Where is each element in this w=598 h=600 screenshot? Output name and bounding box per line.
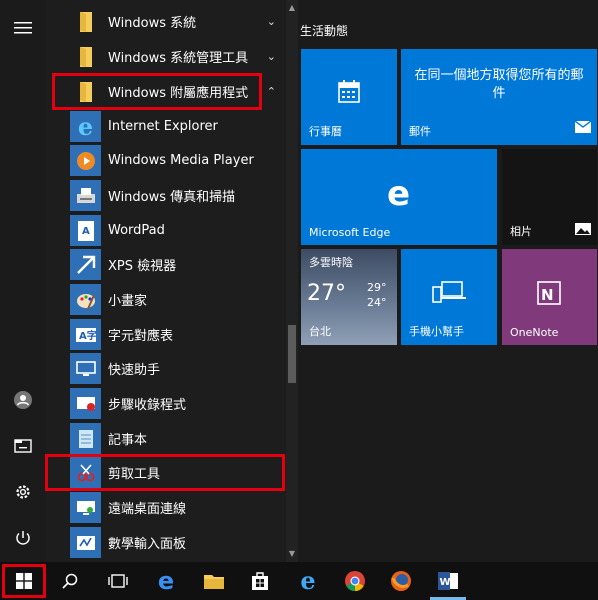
app-label: WordPad <box>108 223 165 238</box>
tile-phone-companion[interactable]: 手機小幫手 <box>401 249 497 345</box>
file-explorer-icon[interactable] <box>0 426 46 466</box>
scroll-down-arrow-icon[interactable]: ▼ <box>286 548 298 560</box>
math-input-icon <box>70 527 101 558</box>
tile-label: OneNote <box>510 326 559 339</box>
tile-label: 郵件 <box>409 125 431 138</box>
app-label: 小畫家 <box>108 294 148 309</box>
calendar-icon <box>338 79 360 107</box>
app-folder-windows-system[interactable]: Windows 系統 ⌄ <box>46 4 286 39</box>
app-remote-desktop[interactable]: 遠端桌面連線 <box>46 490 286 525</box>
tile-calendar[interactable]: 行事曆 <box>301 49 397 145</box>
tile-label: 行事曆 <box>309 125 342 138</box>
phone-laptop-icon <box>432 281 466 307</box>
file-explorer-taskbar-icon[interactable] <box>192 562 236 600</box>
app-steps-recorder[interactable]: 步驟收錄程式 <box>46 386 286 421</box>
app-quick-assist[interactable]: 快速助手 <box>46 351 286 386</box>
weather-high-temp: 29° <box>367 281 387 294</box>
app-label: Windows 傳真和掃描 <box>108 190 236 205</box>
tile-label: 相片 <box>510 225 532 238</box>
scrollbar-thumb[interactable] <box>288 325 296 383</box>
weather-city: 台北 <box>309 325 331 338</box>
app-label: 數學輸入面板 <box>108 537 187 552</box>
word-taskbar-icon[interactable]: W <box>426 562 470 600</box>
svg-text:A: A <box>82 226 90 237</box>
internet-explorer-taskbar-icon[interactable]: e <box>286 562 330 600</box>
settings-gear-icon[interactable] <box>0 472 46 512</box>
search-icon[interactable] <box>48 562 92 600</box>
remote-desktop-icon <box>70 492 101 523</box>
highlight-snipping-tool <box>45 454 285 491</box>
fax-scan-icon <box>70 180 101 211</box>
start-left-rail <box>0 0 46 562</box>
app-label: 快速助手 <box>108 363 161 378</box>
tile-label: 手機小幫手 <box>409 325 464 338</box>
quick-assist-icon <box>70 353 101 384</box>
edge-taskbar-icon[interactable]: e <box>144 562 188 600</box>
chevron-down-icon: ⌄ <box>266 15 276 28</box>
folder-icon <box>70 41 101 72</box>
internet-explorer-icon: e <box>70 111 101 142</box>
task-view-icon[interactable] <box>96 562 140 600</box>
app-math-input-panel[interactable]: 數學輸入面板 <box>46 525 286 560</box>
app-wordpad[interactable]: A WordPad <box>46 213 286 248</box>
tile-group-label: 生活動態 <box>300 24 349 38</box>
character-map-icon: A字 <box>70 319 101 350</box>
app-label: Windows 系統 <box>108 16 197 31</box>
highlight-accessories-folder <box>52 73 262 110</box>
tile-photos[interactable]: 相片 <box>502 149 597 245</box>
chrome-taskbar-icon[interactable] <box>333 562 377 600</box>
weather-condition: 多雲時陰 <box>309 256 353 269</box>
folder-icon <box>70 6 101 37</box>
media-player-icon <box>70 145 101 176</box>
app-fax-and-scan[interactable]: Windows 傳真和掃描 <box>46 178 286 213</box>
tile-weather[interactable]: 多雲時陰 27° 29° 24° 台北 <box>301 249 397 345</box>
mail-icon <box>574 118 592 137</box>
tile-mail[interactable]: 在同一個地方取得您所有的郵件 郵件 <box>401 49 597 145</box>
taskbar: e e W <box>0 562 598 600</box>
edge-icon: e <box>387 174 411 214</box>
app-label: XPS 檢視器 <box>108 259 177 274</box>
app-character-map[interactable]: A字 字元對應表 <box>46 317 286 352</box>
notepad-icon <box>70 423 101 454</box>
svg-text:A字: A字 <box>79 329 97 342</box>
hamburger-menu-icon[interactable] <box>0 8 46 48</box>
app-xps-viewer[interactable]: XPS 檢視器 <box>46 247 286 282</box>
app-notepad[interactable]: 記事本 <box>46 421 286 456</box>
app-label: Windows 系統管理工具 <box>108 51 249 66</box>
app-label: 記事本 <box>108 433 148 448</box>
firefox-taskbar-icon[interactable] <box>379 562 423 600</box>
tile-label: Microsoft Edge <box>309 226 391 239</box>
app-label: 步驟收錄程式 <box>108 398 187 413</box>
app-paint[interactable]: 小畫家 <box>46 282 286 317</box>
highlight-start-button <box>2 564 46 598</box>
app-label: 遠端桌面連線 <box>108 502 187 517</box>
power-icon[interactable] <box>0 518 46 558</box>
app-label: Windows Media Player <box>108 153 254 168</box>
tile-microsoft-edge[interactable]: e Microsoft Edge <box>301 149 497 245</box>
xps-viewer-icon <box>70 249 101 280</box>
user-account-icon[interactable] <box>0 380 46 420</box>
svg-text:W: W <box>440 577 451 588</box>
mail-promo-text: 在同一個地方取得您所有的郵件 <box>414 68 584 101</box>
weather-low-temp: 24° <box>367 296 387 309</box>
tile-onenote[interactable]: N OneNote <box>502 249 597 345</box>
apps-scrollbar[interactable]: ▲ ▼ <box>286 0 298 562</box>
paint-icon <box>70 284 101 315</box>
app-label: Internet Explorer <box>108 119 218 134</box>
app-internet-explorer[interactable]: e Internet Explorer <box>46 109 286 144</box>
weather-current-temp: 27° <box>307 281 346 306</box>
chevron-up-icon: ⌃ <box>266 85 276 98</box>
chevron-down-icon: ⌄ <box>266 50 276 63</box>
store-taskbar-icon[interactable] <box>238 562 282 600</box>
onenote-icon: N <box>535 279 563 311</box>
photos-icon <box>575 220 591 239</box>
wordpad-icon: A <box>70 215 101 246</box>
scroll-up-arrow-icon[interactable]: ▲ <box>286 2 298 14</box>
app-label: 字元對應表 <box>108 329 174 344</box>
app-windows-media-player[interactable]: Windows Media Player <box>46 143 286 178</box>
svg-text:N: N <box>541 286 554 304</box>
app-folder-windows-admin-tools[interactable]: Windows 系統管理工具 ⌄ <box>46 39 286 74</box>
steps-recorder-icon <box>70 388 101 419</box>
